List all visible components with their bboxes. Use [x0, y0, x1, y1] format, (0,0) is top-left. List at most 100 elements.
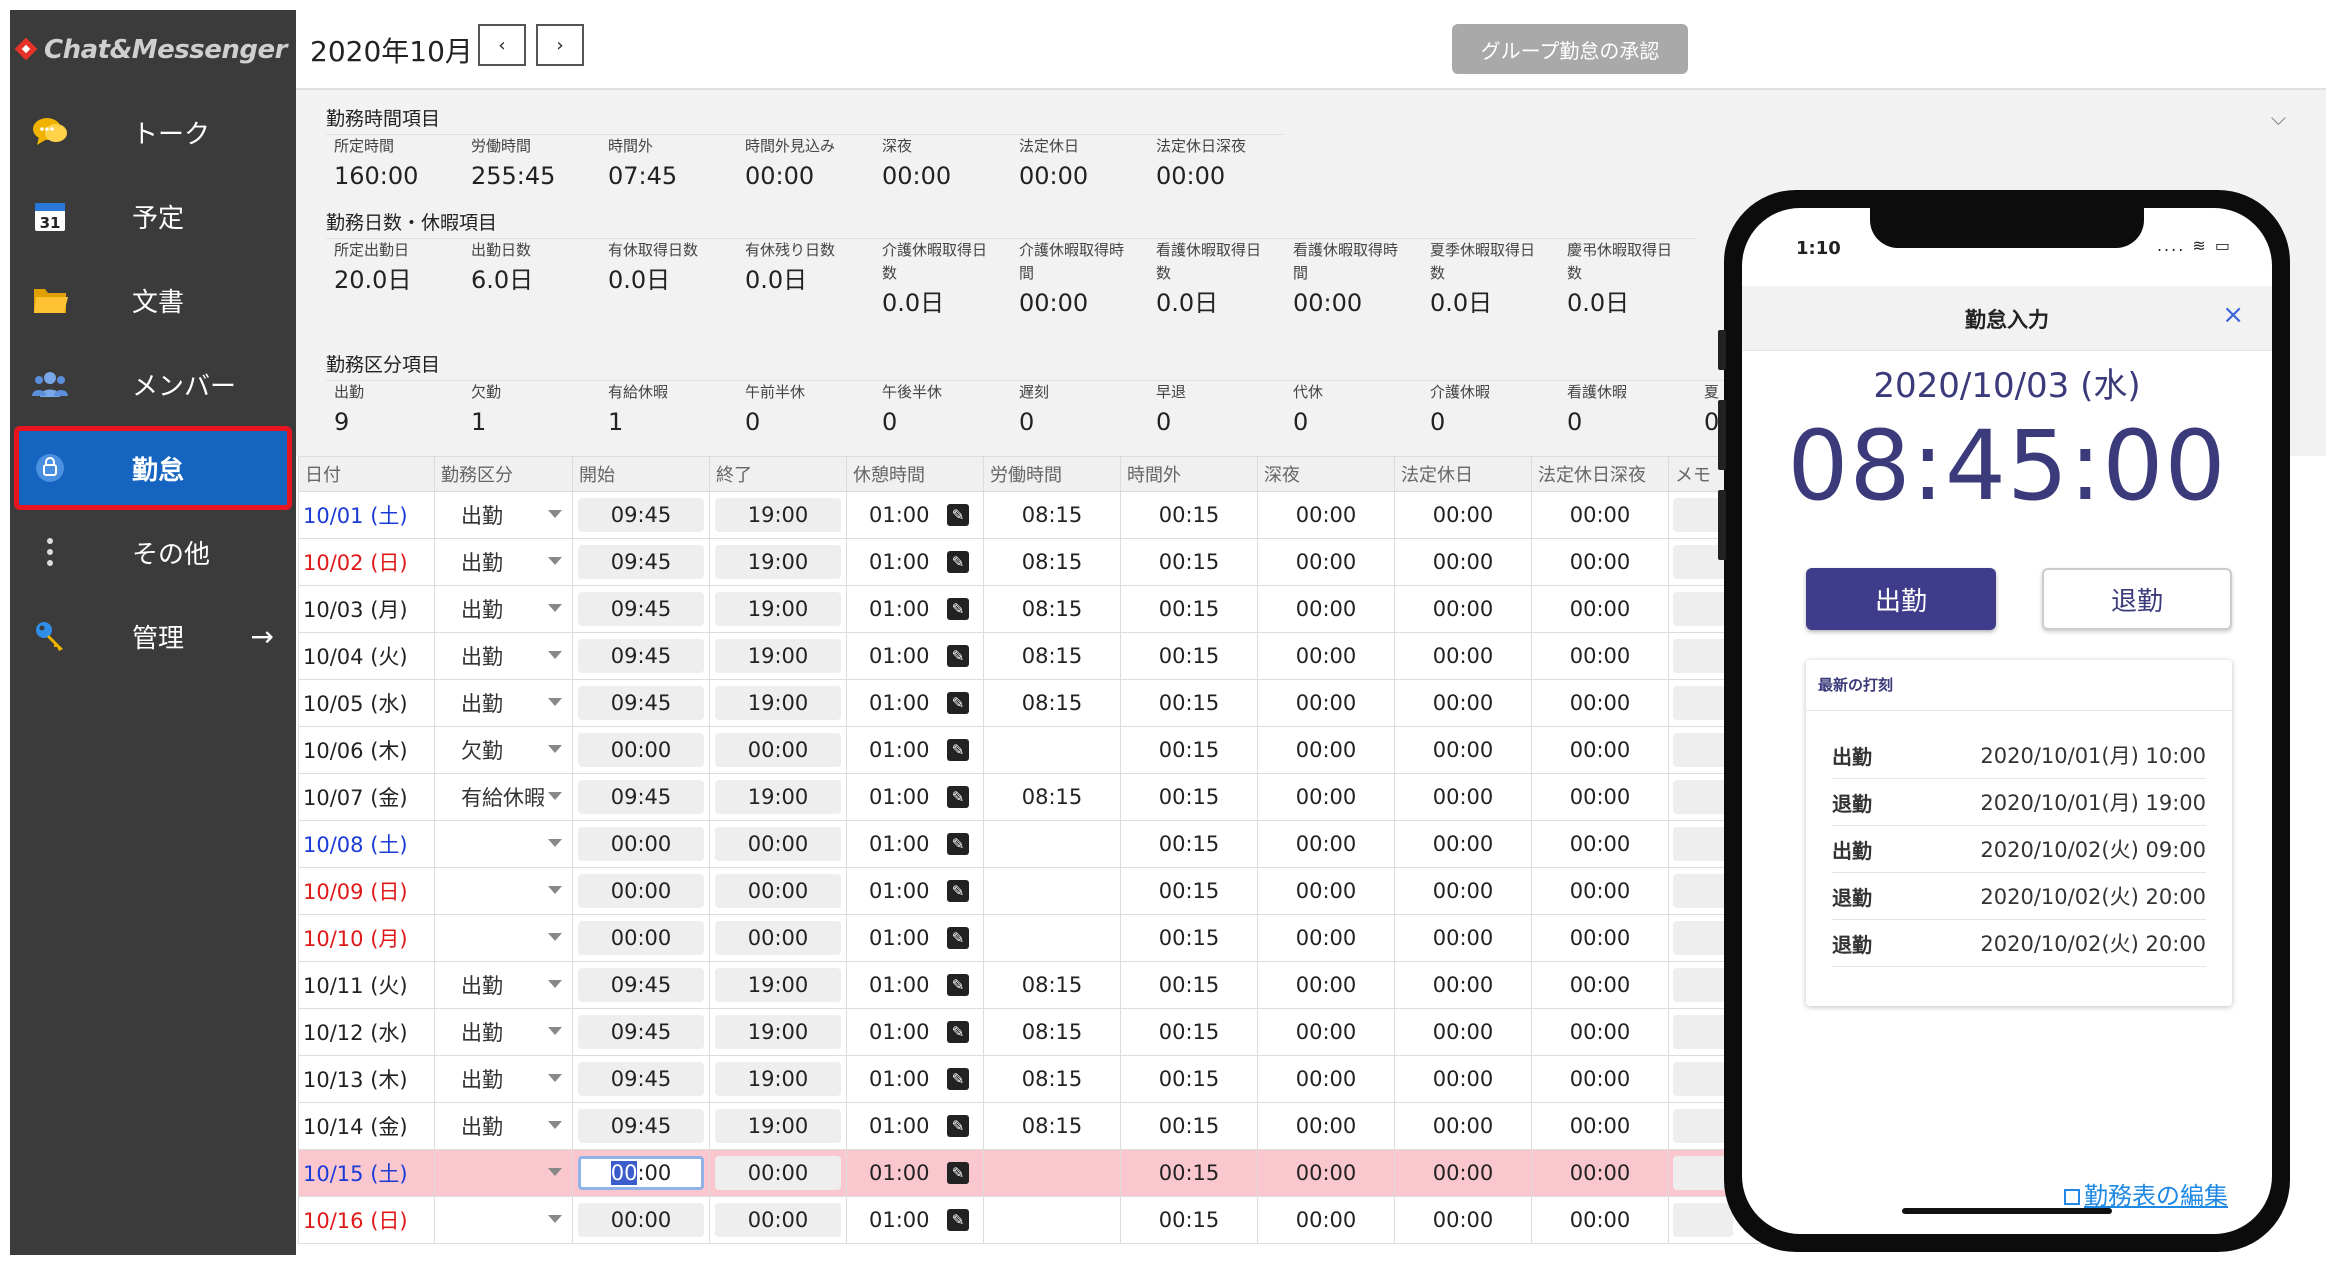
- sidebar-item-documents[interactable]: 文書: [10, 258, 296, 342]
- work-type-select[interactable]: [434, 867, 573, 915]
- start-time-input[interactable]: 09:45: [578, 1062, 704, 1096]
- group-approve-button[interactable]: グループ勤怠の承認: [1452, 24, 1688, 74]
- work-type-select[interactable]: 有給休暇: [434, 773, 573, 821]
- pencil-icon[interactable]: ✎: [947, 598, 969, 620]
- work-type-select[interactable]: 出勤: [434, 632, 573, 680]
- pencil-icon[interactable]: ✎: [947, 739, 969, 761]
- edit-timesheet-link[interactable]: 勤務表の編集: [2064, 1176, 2228, 1211]
- work-type-select[interactable]: 出勤: [434, 585, 573, 633]
- end-time-input[interactable]: 19:00: [715, 592, 841, 626]
- end-time-input[interactable]: 19:00: [715, 545, 841, 579]
- pencil-icon[interactable]: ✎: [947, 786, 969, 808]
- col-header[interactable]: 開始: [572, 456, 710, 492]
- col-header[interactable]: 深夜: [1257, 456, 1395, 492]
- start-time-input[interactable]: 09:45: [578, 780, 704, 814]
- night-cell: 00:00: [1257, 1055, 1395, 1103]
- work-type-select[interactable]: 出勤: [434, 961, 573, 1009]
- pencil-icon[interactable]: ✎: [947, 1209, 969, 1231]
- start-time-input[interactable]: 09:45: [578, 592, 704, 626]
- start-time-input[interactable]: 00:00: [578, 1156, 704, 1190]
- start-time-input[interactable]: 09:45: [578, 968, 704, 1002]
- work-type-select[interactable]: 出勤: [434, 1055, 573, 1103]
- work-type-select[interactable]: 欠勤: [434, 726, 573, 774]
- start-time-input[interactable]: 09:45: [578, 498, 704, 532]
- end-time-input[interactable]: 19:00: [715, 686, 841, 720]
- work-hours-cell: 08:15: [983, 961, 1121, 1009]
- work-type-select[interactable]: [434, 1196, 573, 1244]
- end-time-input[interactable]: 19:00: [715, 639, 841, 673]
- end-time-input[interactable]: 19:00: [715, 498, 841, 532]
- sidebar-item-attendance[interactable]: 勤怠: [14, 426, 292, 510]
- col-header[interactable]: 時間外: [1120, 456, 1258, 492]
- end-time-input[interactable]: 00:00: [715, 1203, 841, 1237]
- work-type-select[interactable]: [434, 1149, 573, 1197]
- start-time-input[interactable]: 09:45: [578, 686, 704, 720]
- pencil-icon[interactable]: ✎: [947, 692, 969, 714]
- overtime-cell: 00:15: [1120, 961, 1258, 1009]
- work-type-select[interactable]: [434, 914, 573, 962]
- app-logo[interactable]: Chat&Messenger: [10, 10, 296, 90]
- col-header[interactable]: 法定休日: [1394, 456, 1532, 492]
- end-time-input[interactable]: 00:00: [715, 874, 841, 908]
- close-icon[interactable]: ×: [2222, 300, 2244, 330]
- pencil-icon[interactable]: ✎: [947, 1115, 969, 1137]
- pencil-icon[interactable]: ✎: [947, 974, 969, 996]
- pencil-icon[interactable]: ✎: [947, 645, 969, 667]
- start-time-input[interactable]: 09:45: [578, 1015, 704, 1049]
- work-type-select[interactable]: 出勤: [434, 1008, 573, 1056]
- end-time-input[interactable]: 00:00: [715, 1156, 841, 1190]
- start-time-input[interactable]: 00:00: [578, 1203, 704, 1237]
- pencil-icon[interactable]: ✎: [947, 1021, 969, 1043]
- start-time-input[interactable]: 09:45: [578, 639, 704, 673]
- start-time-input[interactable]: 00:00: [578, 827, 704, 861]
- chevron-down-icon[interactable]: ⌵: [2271, 106, 2286, 130]
- memo-input[interactable]: [1673, 1203, 1733, 1237]
- pencil-icon[interactable]: ✎: [947, 551, 969, 573]
- col-header[interactable]: 労働時間: [983, 456, 1121, 492]
- col-header[interactable]: 日付: [298, 456, 435, 492]
- work-type-select[interactable]: 出勤: [434, 1102, 573, 1150]
- sidebar-item-other[interactable]: その他: [10, 510, 296, 594]
- col-header[interactable]: 休憩時間: [846, 456, 984, 492]
- end-time-input[interactable]: 00:00: [715, 827, 841, 861]
- pencil-icon[interactable]: ✎: [947, 927, 969, 949]
- next-month-button[interactable]: ›: [536, 24, 584, 66]
- col-header[interactable]: 終了: [709, 456, 847, 492]
- pencil-icon[interactable]: ✎: [947, 880, 969, 902]
- start-time-input[interactable]: 00:00: [578, 921, 704, 955]
- pencil-icon[interactable]: ✎: [947, 504, 969, 526]
- end-time-input[interactable]: 19:00: [715, 1109, 841, 1143]
- holiday-cell: 00:00: [1394, 538, 1532, 586]
- clock-in-button[interactable]: 出勤: [1806, 568, 1996, 630]
- end-time-input[interactable]: 00:00: [715, 733, 841, 767]
- col-header[interactable]: 法定休日深夜: [1531, 456, 1669, 492]
- end-time-input[interactable]: 19:00: [715, 1015, 841, 1049]
- key-icon: [30, 616, 70, 656]
- start-time-input[interactable]: 00:00: [578, 874, 704, 908]
- sidebar-item-admin[interactable]: 管理 →: [10, 594, 296, 678]
- start-time-input[interactable]: 00:00: [578, 733, 704, 767]
- start-time-input[interactable]: 09:45: [578, 1109, 704, 1143]
- work-type-select[interactable]: 出勤: [434, 491, 573, 539]
- start-time-input[interactable]: 09:45: [578, 545, 704, 579]
- date-cell: 10/08 (土): [298, 820, 435, 868]
- summary-cell: 午後半休 0: [882, 383, 943, 436]
- clock-out-button[interactable]: 退勤: [2042, 568, 2232, 630]
- end-time-input[interactable]: 19:00: [715, 1062, 841, 1096]
- work-type-select[interactable]: [434, 820, 573, 868]
- work-type-select[interactable]: 出勤: [434, 538, 573, 586]
- pencil-icon[interactable]: ✎: [947, 833, 969, 855]
- work-type-select[interactable]: 出勤: [434, 679, 573, 727]
- overtime-cell: 00:15: [1120, 820, 1258, 868]
- sidebar-item-schedule[interactable]: 31 予定: [10, 174, 296, 258]
- end-time-input[interactable]: 00:00: [715, 921, 841, 955]
- summary-cell: 介護休暇取得日数 0.0日: [882, 241, 988, 317]
- sidebar-item-talk[interactable]: トーク: [10, 90, 296, 174]
- pencil-icon[interactable]: ✎: [947, 1068, 969, 1090]
- end-time-input[interactable]: 19:00: [715, 780, 841, 814]
- end-time-input[interactable]: 19:00: [715, 968, 841, 1002]
- prev-month-button[interactable]: ‹: [478, 24, 526, 66]
- sidebar-item-members[interactable]: メンバー: [10, 342, 296, 426]
- col-header[interactable]: 勤務区分: [434, 456, 573, 492]
- pencil-icon[interactable]: ✎: [947, 1162, 969, 1184]
